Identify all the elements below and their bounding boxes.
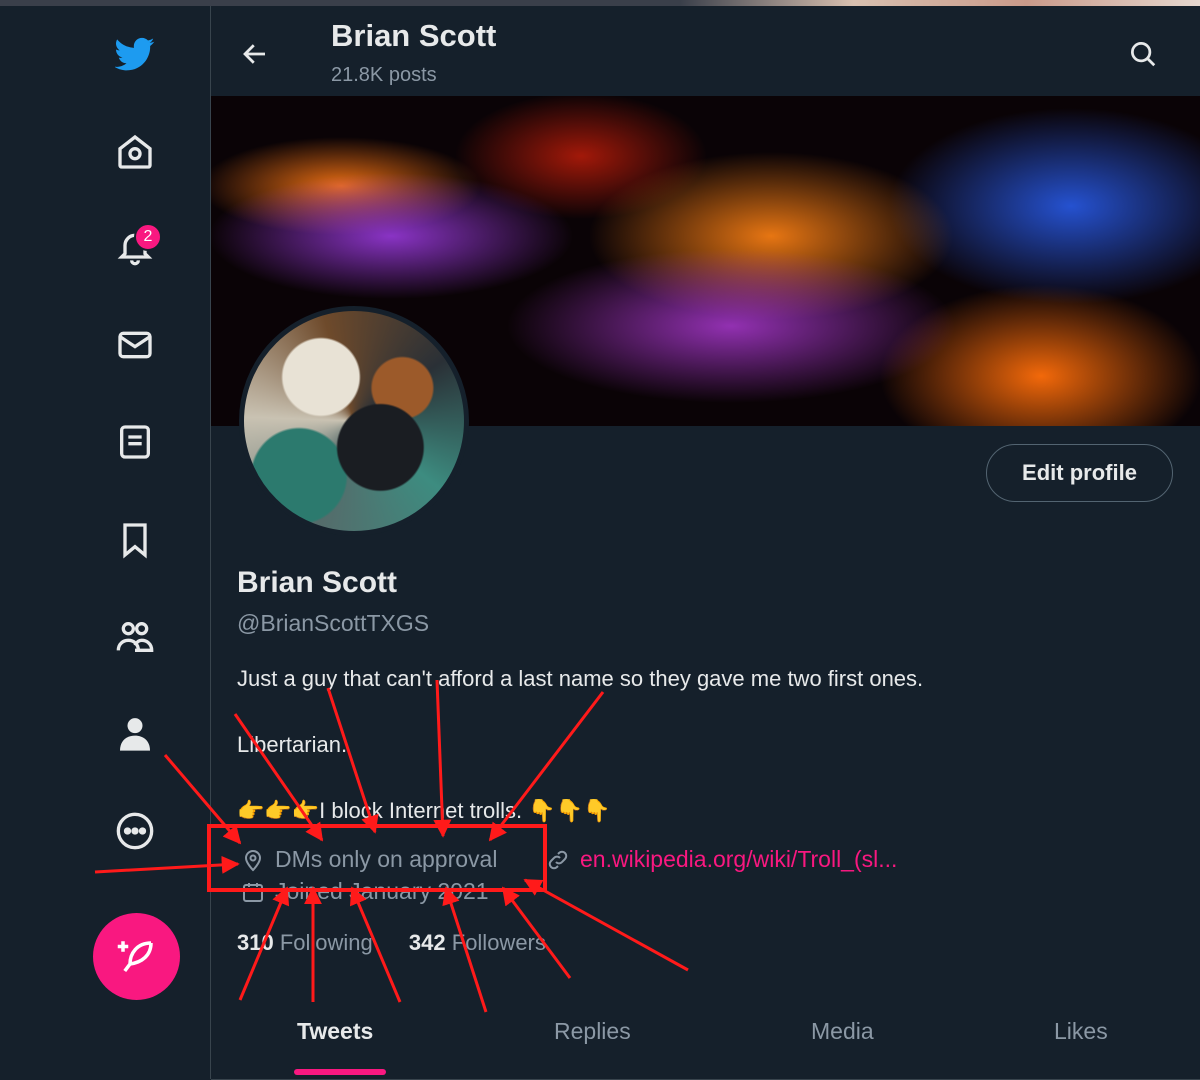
twitter-logo-icon[interactable] xyxy=(104,23,166,85)
location-pin-icon xyxy=(244,849,262,871)
calendar-icon xyxy=(243,882,263,902)
more-icon[interactable] xyxy=(104,800,166,862)
profile-website[interactable]: en.wikipedia.org/wiki/Troll_(sl... xyxy=(546,846,897,873)
active-tab-indicator xyxy=(294,1069,386,1075)
avatar[interactable] xyxy=(239,306,469,536)
profile-joined: Joined January 2021 xyxy=(241,878,489,905)
edit-profile-button[interactable]: Edit profile xyxy=(986,444,1173,502)
compose-button[interactable] xyxy=(93,913,180,1000)
compose-icon xyxy=(117,940,153,972)
left-nav: 2 xyxy=(0,6,211,1079)
profile-handle: @BrianScottTXGS xyxy=(237,610,430,636)
tab-media[interactable]: Media xyxy=(811,1018,874,1045)
search-icon xyxy=(1131,42,1156,67)
tab-replies[interactable]: Replies xyxy=(554,1018,631,1045)
followers-label: Followers xyxy=(451,930,546,955)
bio-line-3: 👉👉👉I block Internet trolls. 👇👇👇 xyxy=(237,798,611,823)
arrow-left-icon xyxy=(243,44,265,64)
profile-header: Brian Scott 21.8K posts xyxy=(211,6,1200,96)
profile-location: DMs only on approval xyxy=(241,846,497,873)
followers-count: 342 xyxy=(408,930,446,955)
bio-line-1: Just a guy that can't afford a last name… xyxy=(237,666,924,691)
tab-likes[interactable]: Likes xyxy=(1054,1018,1108,1045)
link-icon xyxy=(548,850,568,869)
bookmark-icon[interactable] xyxy=(104,509,166,571)
mail-icon[interactable] xyxy=(104,314,166,376)
following-label: Following xyxy=(279,930,373,955)
home-icon[interactable] xyxy=(104,121,166,183)
follow-stats: 310 Following 342 Followers xyxy=(237,930,546,956)
profile-main: Brian Scott 21.8K posts Edit profile Bri… xyxy=(211,6,1200,1080)
communities-icon[interactable] xyxy=(104,606,166,668)
joined-text: Joined January 2021 xyxy=(275,878,489,904)
list-icon[interactable] xyxy=(104,411,166,473)
followers-link[interactable]: 342 Followers xyxy=(409,930,546,955)
header-name: Brian Scott xyxy=(331,18,497,53)
profile-name: Brian Scott xyxy=(237,566,398,599)
search-button[interactable] xyxy=(1121,32,1165,76)
back-button[interactable] xyxy=(235,34,275,74)
profile-icon[interactable] xyxy=(104,703,166,765)
header-post-count: 21.8K posts xyxy=(331,64,437,86)
website-link[interactable]: en.wikipedia.org/wiki/Troll_(sl... xyxy=(580,846,897,873)
location-text: DMs only on approval xyxy=(275,846,498,872)
bio-line-2: Libertarian. xyxy=(237,732,348,757)
tab-tweets[interactable]: Tweets xyxy=(297,1018,373,1045)
following-link[interactable]: 310 Following xyxy=(237,930,373,955)
profile-tabs: Tweets Replies Media Likes xyxy=(211,1006,1200,1080)
notification-badge: 2 xyxy=(134,223,162,251)
following-count: 310 xyxy=(237,930,274,955)
